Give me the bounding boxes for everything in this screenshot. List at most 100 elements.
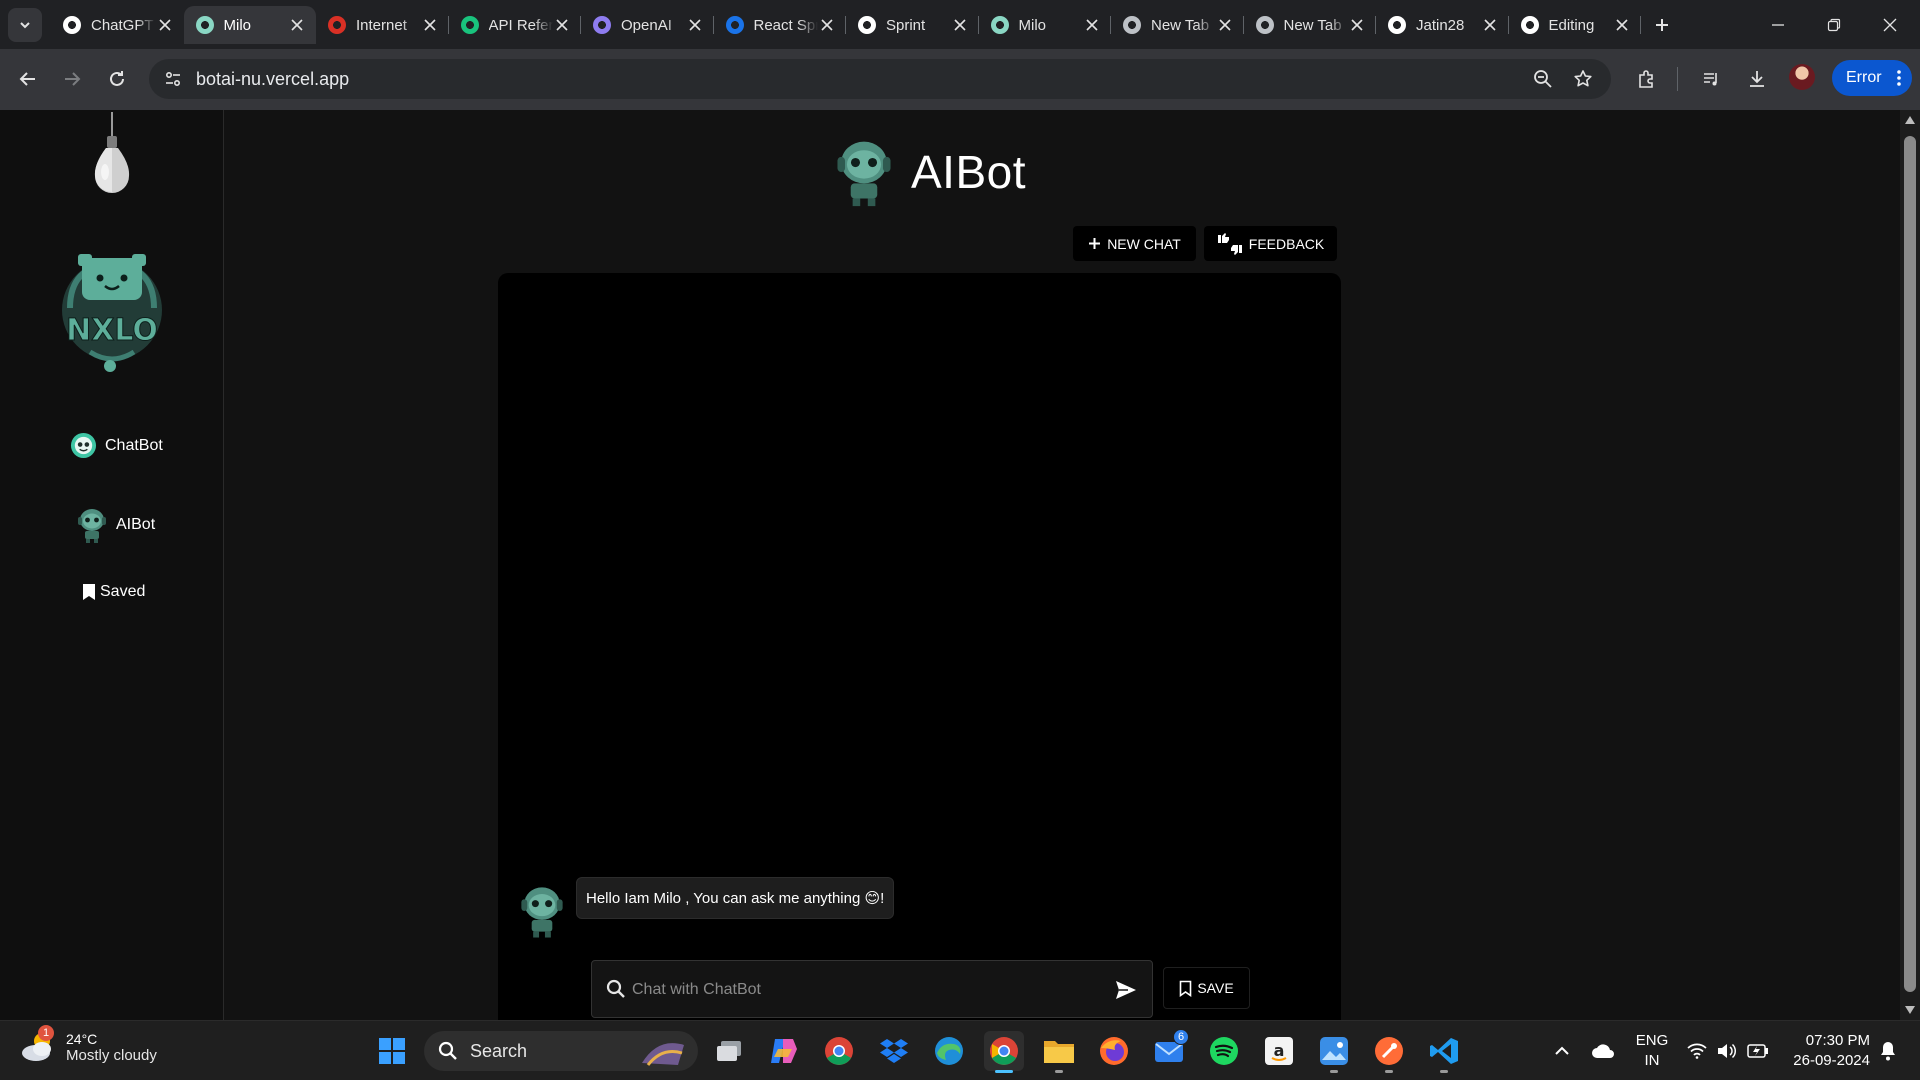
close-tab-icon[interactable] bbox=[288, 16, 306, 34]
system-clock[interactable]: 07:30 PM 26-09-2024 bbox=[1786, 1031, 1870, 1071]
new-tab-button[interactable] bbox=[1649, 12, 1675, 38]
mail-badge: 6 bbox=[1173, 1029, 1189, 1045]
close-tab-icon[interactable] bbox=[686, 16, 704, 34]
sidebar-item-chatbot[interactable]: ChatBot bbox=[70, 432, 163, 459]
forward-button[interactable] bbox=[55, 62, 89, 96]
url-text[interactable]: botai-nu.vercel.app bbox=[196, 69, 349, 90]
taskbar-app-vscode[interactable] bbox=[1424, 1031, 1464, 1073]
browser-tab[interactable]: Editing bbox=[1509, 6, 1642, 44]
taskbar-app-chrome[interactable] bbox=[984, 1031, 1024, 1073]
browser-tab[interactable]: Milo bbox=[183, 6, 316, 44]
taskbar-app-edge[interactable] bbox=[929, 1031, 969, 1071]
bookmark-star-button[interactable] bbox=[1569, 65, 1597, 93]
close-tab-icon[interactable] bbox=[1216, 16, 1234, 34]
scroll-down-arrow-icon[interactable] bbox=[1905, 1006, 1915, 1014]
taskbar-search[interactable]: Search bbox=[424, 1031, 698, 1071]
extensions-button[interactable] bbox=[1629, 62, 1663, 96]
app-header: AIBot bbox=[831, 136, 1026, 208]
tab-title: API Reference bbox=[488, 16, 554, 34]
main-content: AIBot NEW CHAT FEEDBACK Hello Iam Milo ,… bbox=[224, 110, 1900, 1020]
taskbar-app-firefox[interactable] bbox=[1094, 1031, 1134, 1071]
scroll-up-arrow-icon[interactable] bbox=[1905, 116, 1915, 124]
save-button[interactable]: SAVE bbox=[1163, 967, 1250, 1009]
address-bar[interactable]: botai-nu.vercel.app bbox=[149, 59, 1611, 99]
browser-tab[interactable]: API Reference bbox=[449, 6, 582, 44]
taskbar-app-file-explorer[interactable] bbox=[1039, 1031, 1079, 1073]
downloads-button[interactable] bbox=[1740, 62, 1774, 96]
weather-widget[interactable]: 1 24°C Mostly cloudy bbox=[20, 1025, 157, 1065]
weather-alert-badge: 1 bbox=[38, 1025, 54, 1041]
minimize-button[interactable] bbox=[1750, 0, 1806, 49]
sidebar: NXLO ChatBot AIBot Saved bbox=[0, 110, 224, 1020]
browser-tab[interactable]: OpenAI bbox=[581, 6, 714, 44]
battery-charging-icon bbox=[1747, 1044, 1768, 1058]
close-tab-icon[interactable] bbox=[553, 16, 571, 34]
taskbar-app-task-view[interactable] bbox=[709, 1031, 749, 1071]
quick-settings-button[interactable] bbox=[1684, 1021, 1772, 1080]
browser-tab[interactable]: Jatin28 bbox=[1376, 6, 1509, 44]
browser-tab[interactable]: Milo bbox=[979, 6, 1112, 44]
zoom-button[interactable] bbox=[1529, 65, 1557, 93]
browser-tab[interactable]: Sprint bbox=[846, 6, 979, 44]
show-hidden-icons-button[interactable] bbox=[1548, 1021, 1576, 1080]
chat-input[interactable] bbox=[632, 975, 1092, 1005]
weather-condition: Mostly cloudy bbox=[66, 1046, 157, 1064]
sidebar-item-saved[interactable]: Saved bbox=[82, 583, 145, 601]
restore-button[interactable] bbox=[1806, 0, 1862, 49]
close-tab-icon[interactable] bbox=[818, 16, 836, 34]
start-button[interactable] bbox=[372, 1031, 412, 1071]
onedrive-button[interactable] bbox=[1588, 1021, 1618, 1080]
browser-tab[interactable]: ChatGPT bbox=[51, 6, 184, 44]
sidebar-item-aibot[interactable]: AIBot bbox=[76, 506, 155, 544]
browser-tab[interactable]: New Tab bbox=[1111, 6, 1244, 44]
tab-title: React Spring bbox=[753, 16, 819, 34]
thumbs-up-down-icon bbox=[1217, 232, 1242, 255]
tab-title: Sprint bbox=[886, 16, 926, 34]
profile-avatar[interactable] bbox=[1789, 64, 1815, 90]
browser-tab[interactable]: New Tab bbox=[1244, 6, 1377, 44]
close-tab-icon[interactable] bbox=[1613, 16, 1631, 34]
taskbar-app-photos[interactable] bbox=[1314, 1031, 1354, 1073]
close-tab-icon[interactable] bbox=[951, 16, 969, 34]
page-scrollbar[interactable] bbox=[1900, 110, 1920, 1020]
tab-search-button[interactable] bbox=[8, 8, 42, 42]
taskbar-app-spotify[interactable] bbox=[1204, 1031, 1244, 1071]
browser-tab[interactable]: React Spring bbox=[714, 6, 847, 44]
profile-error-button[interactable]: Error bbox=[1832, 60, 1912, 96]
close-tab-icon[interactable] bbox=[1083, 16, 1101, 34]
nxlo-logo: NXLO bbox=[62, 254, 162, 372]
reload-button[interactable] bbox=[100, 62, 134, 96]
browser-toolbar: botai-nu.vercel.app Error bbox=[0, 49, 1920, 110]
chat-input-box[interactable] bbox=[591, 960, 1153, 1018]
sidebar-item-label: Saved bbox=[100, 583, 146, 600]
taskbar-app-mail[interactable]: 6 bbox=[1149, 1029, 1189, 1071]
language-code: ENG bbox=[1635, 1032, 1669, 1049]
close-tab-icon[interactable] bbox=[156, 16, 174, 34]
taskbar-app-chrome-profile[interactable] bbox=[819, 1031, 859, 1071]
new-chat-button[interactable]: NEW CHAT bbox=[1073, 226, 1196, 261]
close-tab-icon[interactable] bbox=[421, 16, 439, 34]
scrollbar-thumb[interactable] bbox=[1904, 136, 1916, 992]
back-button[interactable] bbox=[11, 62, 45, 96]
notifications-button[interactable] bbox=[1874, 1021, 1902, 1080]
site-info-button[interactable] bbox=[157, 63, 189, 95]
restore-icon bbox=[1827, 18, 1841, 31]
taskbar-app-dropbox[interactable] bbox=[874, 1031, 914, 1071]
close-window-button[interactable] bbox=[1862, 0, 1918, 49]
language-indicator[interactable]: ENG IN bbox=[1632, 1031, 1672, 1071]
chatbot-face-icon bbox=[70, 432, 97, 459]
tab-title: OpenAI bbox=[621, 16, 672, 34]
browser-tab[interactable]: Internet bbox=[316, 6, 449, 44]
close-tab-icon[interactable] bbox=[1481, 16, 1499, 34]
search-icon bbox=[438, 1041, 457, 1060]
media-control-button[interactable] bbox=[1695, 62, 1729, 96]
lightbulb-theme-toggle[interactable] bbox=[90, 112, 134, 200]
tune-icon bbox=[165, 71, 181, 87]
close-tab-icon[interactable] bbox=[1348, 16, 1366, 34]
taskbar-app-copilot[interactable] bbox=[764, 1031, 804, 1071]
feedback-button[interactable]: FEEDBACK bbox=[1204, 226, 1337, 261]
taskbar-app-amazon[interactable]: a bbox=[1259, 1031, 1299, 1071]
taskbar-app-postman[interactable] bbox=[1369, 1031, 1409, 1073]
send-button[interactable] bbox=[1112, 976, 1140, 1004]
tab-title: Milo bbox=[223, 16, 252, 34]
